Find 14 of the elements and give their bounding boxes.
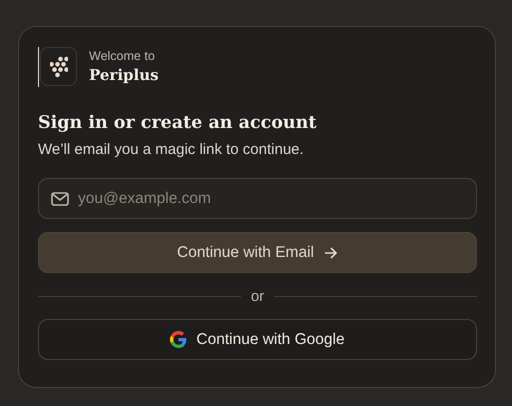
heading: Sign in or create an account	[38, 113, 318, 133]
arrow-right-icon	[324, 246, 338, 258]
continue-google-button[interactable]: Continue with Google	[38, 319, 477, 360]
email-field[interactable]: you@example.com	[38, 178, 477, 219]
continue-email-button[interactable]: Continue with Email	[38, 232, 477, 273]
dots-logo-icon	[50, 56, 68, 78]
text-cursor	[38, 46, 39, 86]
or-divider-text: or	[250, 288, 264, 304]
mail-icon	[51, 192, 69, 206]
google-icon	[170, 331, 188, 348]
email-input[interactable]: you@example.com	[78, 190, 464, 208]
welcome-text: Welcome to	[89, 49, 156, 63]
subtitle: We’ll email you a magic link to continue.	[38, 141, 305, 158]
brand-name: Periplus	[89, 66, 159, 84]
